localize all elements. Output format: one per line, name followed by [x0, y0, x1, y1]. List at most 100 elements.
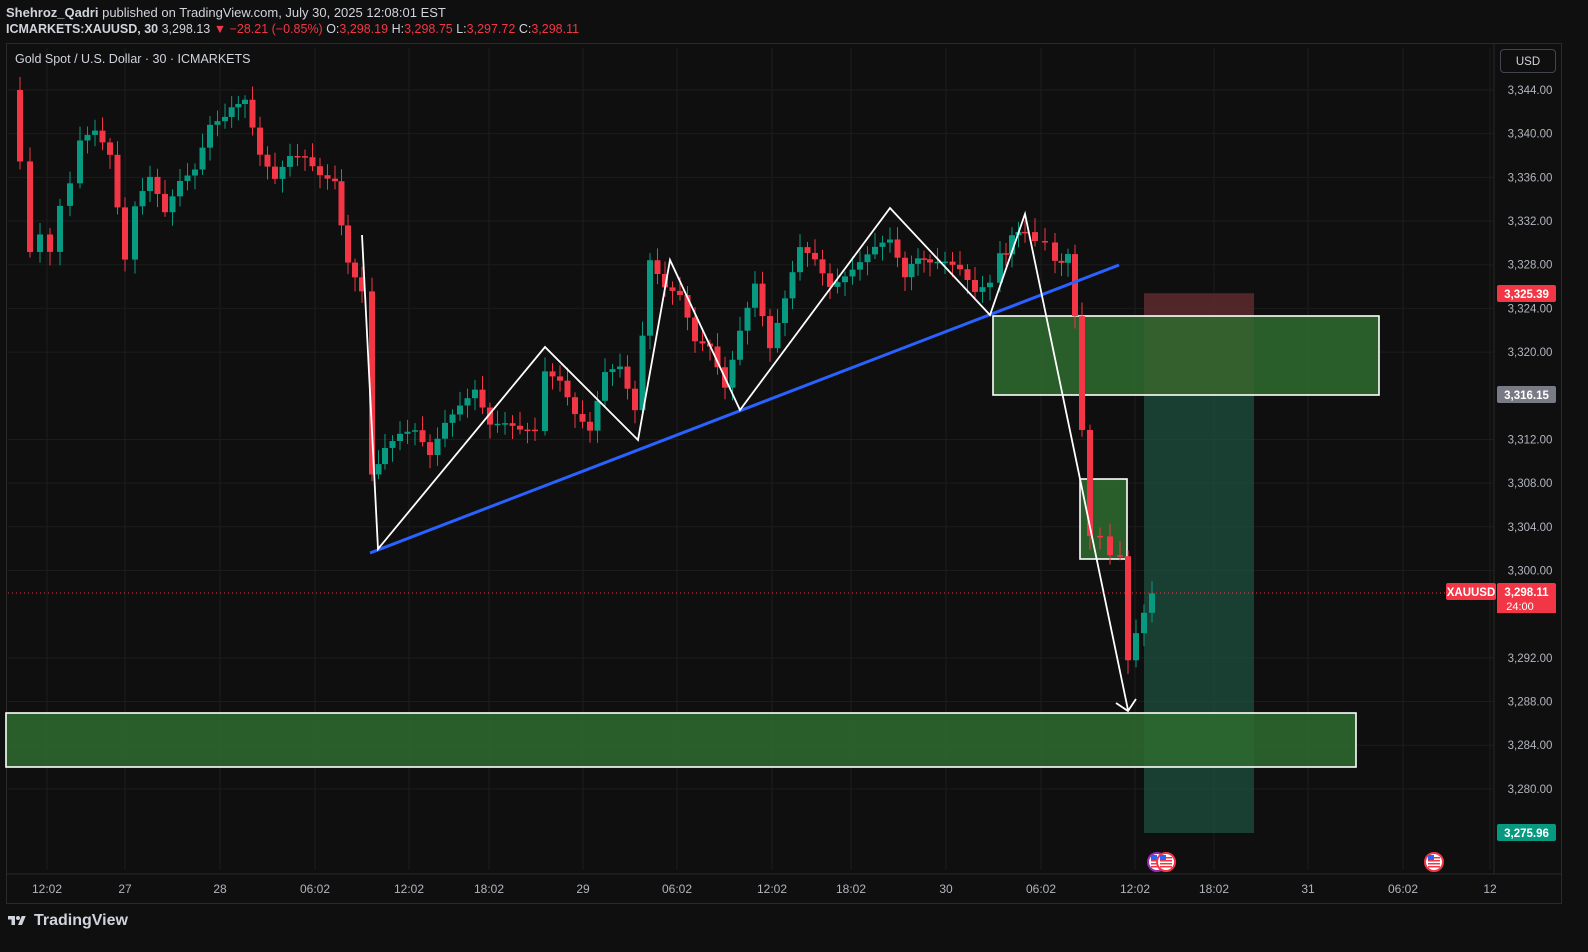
candle-body[interactable] [214, 121, 221, 125]
candle-body[interactable] [789, 272, 796, 299]
candle-body[interactable] [1032, 232, 1038, 242]
chart-canvas[interactable]: 3,344.00 3,340.00 3,336.00 3,332.00 3,328.00… [0, 0, 1588, 952]
candle-body[interactable] [442, 422, 448, 439]
candle-body[interactable] [272, 166, 278, 179]
candle-body[interactable] [767, 316, 773, 349]
candle-body[interactable] [677, 290, 683, 296]
candle-body[interactable] [819, 259, 826, 274]
candle-body[interactable] [524, 429, 531, 432]
candle-body[interactable] [872, 246, 878, 255]
candle-body[interactable] [572, 397, 578, 415]
candle-body[interactable] [264, 154, 271, 167]
candle-body[interactable] [842, 276, 848, 283]
candle-body[interactable] [602, 372, 608, 401]
candle-body[interactable] [1003, 253, 1009, 255]
candle-body[interactable] [287, 155, 293, 167]
candle-body[interactable] [242, 99, 248, 105]
candle-body[interactable] [1058, 260, 1065, 263]
candle-body[interactable] [464, 398, 471, 406]
candle-body[interactable] [987, 282, 993, 288]
candle-body[interactable] [294, 155, 301, 158]
candle-body[interactable] [397, 433, 403, 442]
tradingview-logo[interactable]: TradingView [6, 912, 128, 930]
candle-body[interactable] [122, 207, 128, 260]
candle-body[interactable] [37, 234, 43, 253]
candle-body[interactable] [47, 234, 53, 252]
candle-body[interactable] [972, 279, 978, 292]
candle-body[interactable] [669, 287, 676, 291]
candle-body[interactable] [228, 107, 235, 117]
candle-body[interactable] [949, 261, 956, 265]
candle-body[interactable] [27, 161, 33, 253]
candle-body[interactable] [1052, 242, 1058, 261]
candle-body[interactable] [107, 142, 113, 155]
candle-body[interactable] [921, 258, 927, 260]
candle-body[interactable] [579, 414, 586, 422]
candle-body[interactable] [1022, 231, 1028, 234]
candle-body[interactable] [797, 247, 803, 273]
candle-body[interactable] [317, 166, 323, 176]
candle-body[interactable] [192, 169, 198, 176]
candle-body[interactable] [199, 147, 206, 170]
supply-zone[interactable] [992, 315, 1380, 396]
candle-body[interactable] [857, 262, 863, 270]
candle-body[interactable] [609, 369, 616, 373]
candle-body[interactable] [332, 178, 338, 182]
candle-body[interactable] [114, 154, 121, 208]
candle-body[interactable] [1125, 556, 1131, 661]
candle-body[interactable] [257, 127, 263, 155]
chart-legend[interactable]: Gold Spot / U.S. Dollar · 30 · ICMARKETS [15, 52, 251, 66]
candle-body[interactable] [345, 225, 351, 263]
candle-body[interactable] [902, 257, 908, 278]
candle-body[interactable] [957, 264, 963, 270]
candle-body[interactable] [169, 196, 176, 213]
candle-body[interactable] [92, 130, 98, 135]
candle-body[interactable] [1141, 612, 1147, 634]
candle-body[interactable] [509, 423, 516, 426]
candle-body[interactable] [964, 269, 971, 280]
currency-button[interactable]: USD [1500, 49, 1556, 73]
candle-body[interactable] [729, 359, 736, 388]
candle-body[interactable] [412, 430, 418, 432]
candle-body[interactable] [654, 260, 661, 275]
candle-body[interactable] [57, 205, 63, 252]
candle-body[interactable] [812, 252, 818, 260]
candle-body[interactable] [434, 438, 441, 456]
candle-body[interactable] [309, 157, 316, 167]
candle-body[interactable] [624, 366, 631, 389]
candle-body[interactable] [915, 258, 921, 264]
candle-body[interactable] [249, 99, 256, 128]
candle-body[interactable] [1133, 633, 1139, 661]
candle-body[interactable] [517, 425, 523, 430]
candle-body[interactable] [1042, 241, 1048, 243]
candle-body[interactable] [419, 430, 426, 443]
candle-body[interactable] [139, 191, 146, 207]
candle-body[interactable] [99, 130, 106, 143]
candle-body[interactable] [457, 405, 463, 415]
candle-body[interactable] [494, 423, 501, 426]
candle-body[interactable] [532, 429, 538, 432]
candle-body[interactable] [472, 389, 478, 399]
candle-body[interactable] [542, 371, 548, 431]
flag-us-icon[interactable] [1156, 852, 1176, 872]
candle-body[interactable] [324, 175, 331, 179]
candle-body[interactable] [147, 176, 153, 192]
candle-body[interactable] [864, 254, 871, 263]
flag-us-icon[interactable] [1424, 852, 1444, 872]
zigzag-path[interactable] [361, 206, 1129, 711]
candle-body[interactable] [177, 180, 183, 197]
candle-body[interactable] [804, 247, 811, 253]
candle-body[interactable] [404, 431, 411, 434]
candle-body[interactable] [774, 322, 781, 349]
candle-body[interactable] [77, 140, 83, 184]
candle-body[interactable] [502, 423, 508, 425]
candle-body[interactable] [352, 262, 358, 278]
candle-body[interactable] [449, 414, 456, 423]
candle-body[interactable] [744, 307, 751, 331]
candle-body[interactable] [557, 376, 563, 381]
candle-body[interactable] [427, 442, 433, 456]
candle-body[interactable] [752, 283, 758, 308]
candle-body[interactable] [67, 183, 73, 206]
candle-body[interactable] [587, 421, 593, 431]
candle-body[interactable] [1107, 536, 1113, 556]
